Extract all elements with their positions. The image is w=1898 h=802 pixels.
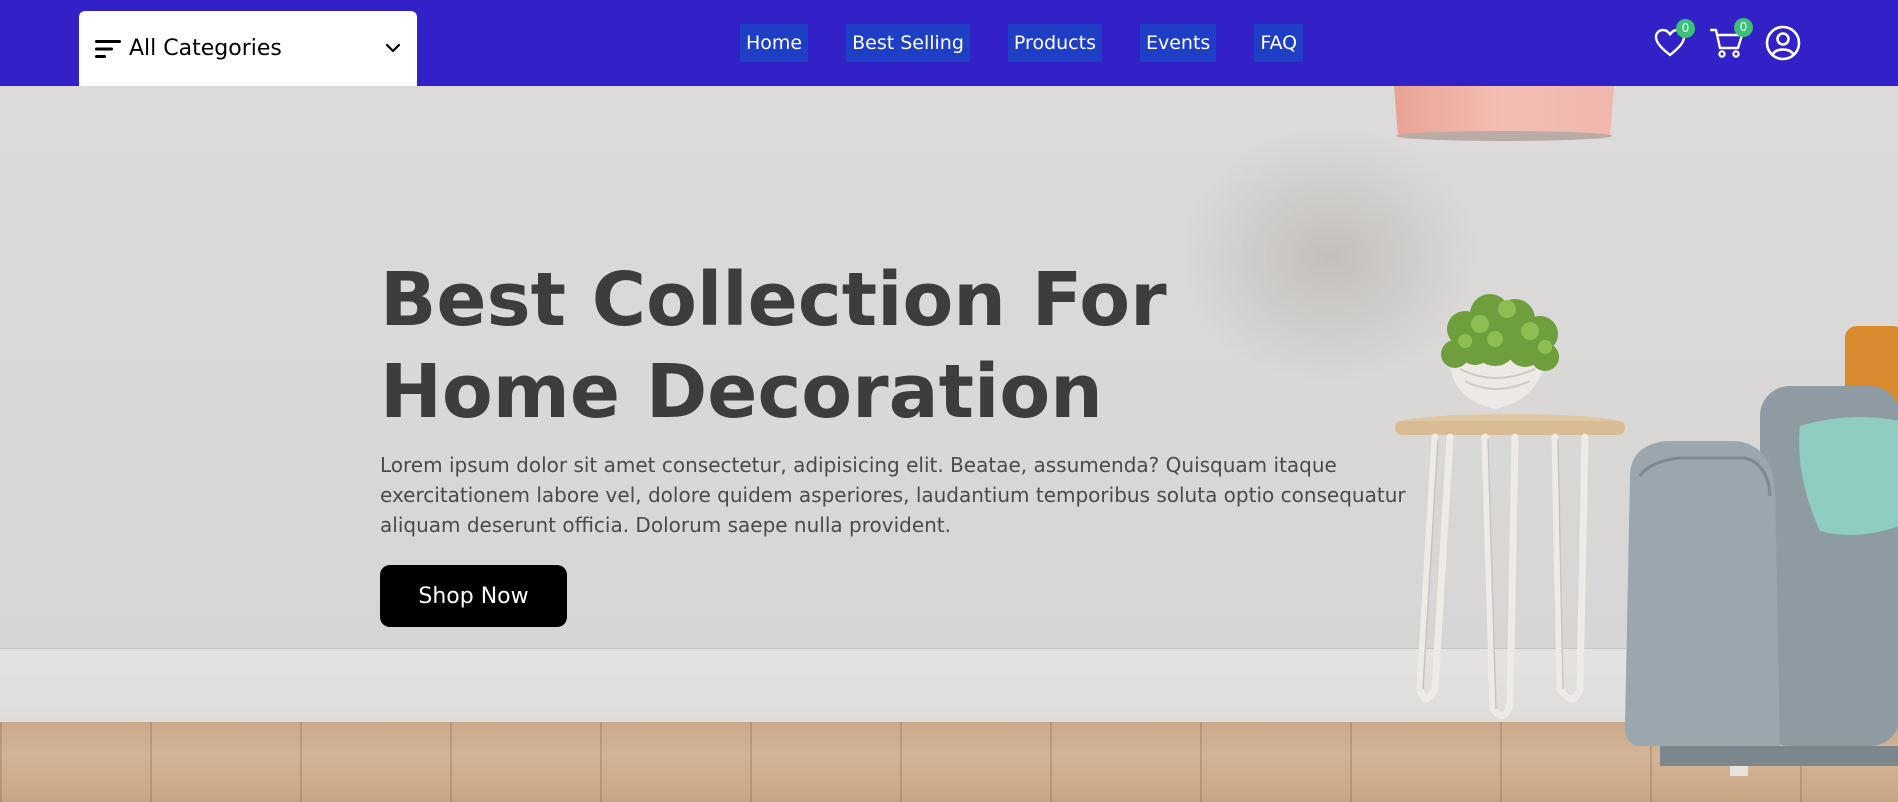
hero-title-line-2: Home Decoration (380, 349, 1103, 435)
nav-link-faq[interactable]: FAQ (1254, 24, 1304, 62)
nav-link-products[interactable]: Products (1007, 24, 1102, 62)
cart-count-badge: 0 (1734, 18, 1753, 37)
navbar: All Categories Home Best Selling Product… (0, 0, 1898, 86)
hero-banner: Best Collection For Home Decoration Lore… (0, 86, 1898, 802)
hero-description: Lorem ipsum dolor sit amet consectetur, … (380, 453, 1406, 537)
all-categories-dropdown[interactable]: All Categories (79, 11, 417, 86)
sofa-image (1625, 326, 1898, 776)
hero-title-line-1: Best Collection For (380, 257, 1167, 343)
nav-link-home[interactable]: Home (740, 24, 809, 62)
cart-button[interactable]: 0 (1710, 18, 1753, 59)
wishlist-button[interactable]: 0 (1654, 19, 1695, 58)
nav-link-best-selling[interactable]: Best Selling (846, 24, 970, 62)
wishlist-count-badge: 0 (1676, 19, 1695, 38)
menu-icon (95, 39, 121, 58)
profile-button[interactable] (1765, 25, 1801, 61)
nav-link-events[interactable]: Events (1139, 24, 1217, 62)
wood-floor (0, 722, 1898, 802)
chevron-down-icon (385, 43, 401, 53)
user-circle-icon (1765, 25, 1801, 61)
side-table-plant-image (1395, 294, 1625, 719)
all-categories-label: All Categories (129, 36, 282, 61)
pendant-lamp-image (1394, 86, 1614, 141)
hero-title: Best Collection For Home Decoration (380, 254, 1180, 438)
main-nav: Home Best Selling Products Events FAQ (740, 24, 1304, 62)
shop-now-button[interactable]: Shop Now (380, 565, 567, 627)
